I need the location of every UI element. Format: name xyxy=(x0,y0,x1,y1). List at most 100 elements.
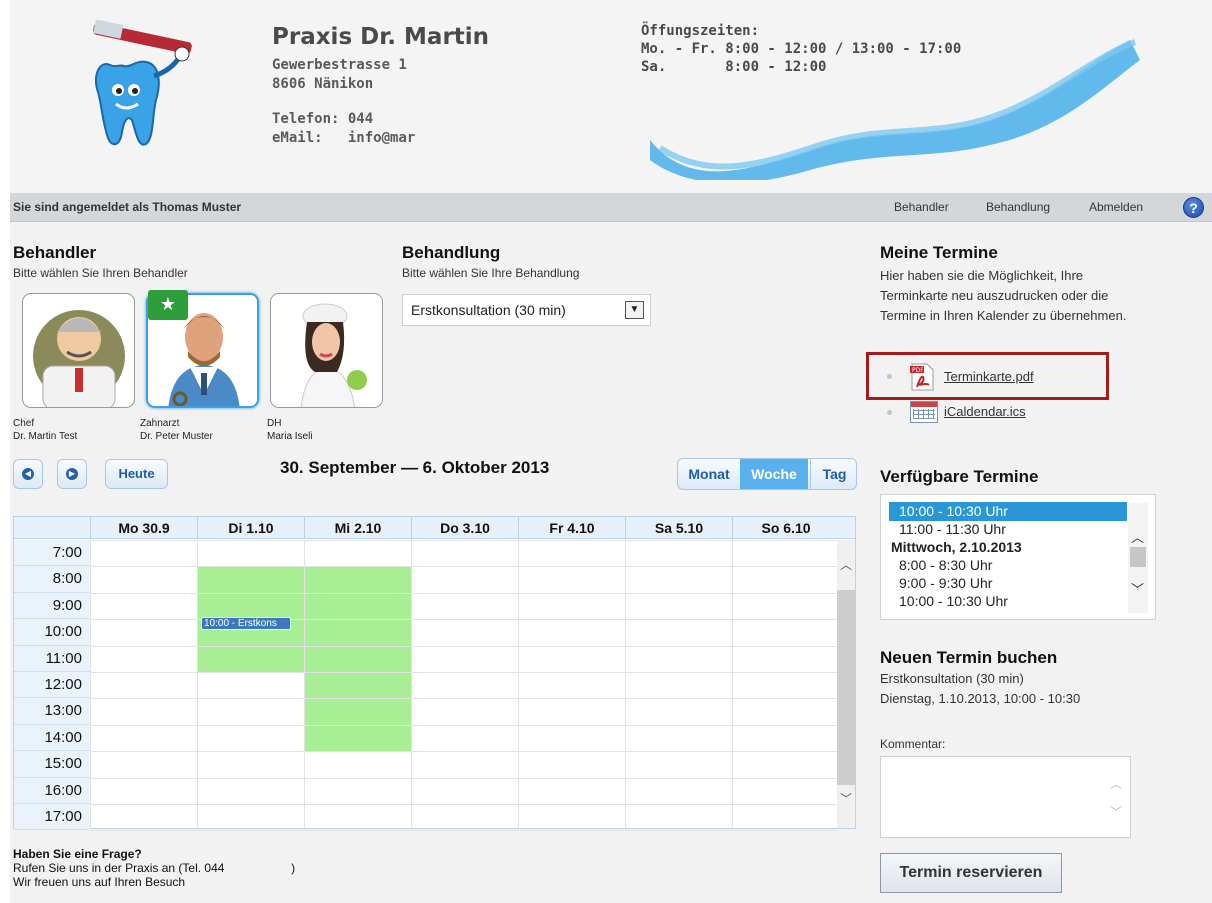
chevron-up-icon[interactable]: ︿ xyxy=(1131,527,1144,546)
comment-textarea[interactable]: ︿ ﹀ xyxy=(880,756,1131,838)
chevron-down-icon[interactable]: ﹀ xyxy=(1131,579,1144,598)
view-month-button[interactable]: Monat xyxy=(678,459,740,489)
slots-scroll-thumb[interactable] xyxy=(1130,547,1146,567)
doctor-card-chef[interactable] xyxy=(22,293,135,408)
icalendar-ics-link[interactable]: iCaldendar.ics xyxy=(944,404,1026,419)
verfuegbare-title: Verfügbare Termine xyxy=(880,467,1039,486)
verfuegbare-termine-section: Verfügbare Termine xyxy=(880,467,1038,487)
doctor-caption-chef: Chef Dr. Martin Test xyxy=(13,417,77,443)
opening-hours: Öffungszeiten: Mo. - Fr. 8:00 - 12:00 / 1… xyxy=(641,22,961,76)
help-icon[interactable]: ? xyxy=(1183,197,1204,218)
slots-scrollbar[interactable]: ︿ ﹀ xyxy=(1128,503,1148,613)
prev-week-button[interactable]: ◀ xyxy=(13,459,43,489)
nav-abmelden[interactable]: Abmelden xyxy=(1089,200,1143,214)
neuer-termin-section: Neuen Termin buchen Erstkonsultation (30… xyxy=(880,648,1150,751)
neuer-termin-title: Neuen Termin buchen xyxy=(880,648,1058,667)
reserve-button[interactable]: Termin reservieren xyxy=(880,853,1062,893)
clinic-address: Praxis Dr. Martin Gewerbestrasse 1 8606 … xyxy=(272,24,489,148)
doctor-list: ★ Chef Dr. Martin Test Zahnarzt Dr. Pete… xyxy=(13,290,402,448)
chevron-up-icon[interactable]: ︿ xyxy=(839,556,853,572)
hours-saturday: Sa. 8:00 - 12:00 xyxy=(641,59,827,75)
calendar-date-range: 30. September — 6. Oktober 2013 xyxy=(280,458,550,477)
nav-behandlung[interactable]: Behandlung xyxy=(986,200,1050,214)
page: Praxis Dr. Martin Gewerbestrasse 1 8606 … xyxy=(10,0,1212,903)
grid-line xyxy=(90,592,837,594)
footer-call: Rufen Sie uns in der Praxis an (Tel. 044… xyxy=(13,861,296,875)
grid-line xyxy=(90,724,837,726)
today-button[interactable]: Heute xyxy=(105,459,168,489)
clinic-city: 8606 Nänikon xyxy=(272,76,374,92)
calendar-scrollbar[interactable]: ︿ ﹀ xyxy=(837,540,855,828)
doctor-caption-zahnarzt: Zahnarzt Dr. Peter Muster xyxy=(140,417,213,443)
behandler-section: Behandler Bitte wählen Sie Ihren Behandl… xyxy=(13,243,188,280)
next-week-button[interactable]: ▶ xyxy=(57,459,87,489)
week-calendar: Mo 30.9 Di 1.10 Mi 2.10 Do 3.10 Fr 4.10 Sa 5.… xyxy=(13,516,856,832)
grid-line xyxy=(90,698,837,700)
behandlung-section: Behandlung Bitte wählen Sie Ihre Behandl… xyxy=(402,243,579,280)
chevron-down-icon[interactable]: ▼ xyxy=(625,301,644,319)
available-time-block[interactable] xyxy=(304,566,411,752)
grid-line xyxy=(90,777,837,779)
slot-item[interactable]: 9:00 - 9:30 Uhr xyxy=(889,574,1127,593)
grid-line xyxy=(90,645,837,647)
slot-item[interactable]: 11:00 - 11:30 Uhr xyxy=(889,520,1127,539)
day-header: Sa 5.10 xyxy=(625,517,732,539)
calendar-icon[interactable] xyxy=(910,401,938,423)
behandler-subtitle: Bitte wählen Sie Ihren Behandler xyxy=(13,266,188,280)
doctor-name: Dr. Martin Test xyxy=(13,431,78,442)
time-label: 13:00 xyxy=(14,698,90,725)
doctor-caption-dh: DH Maria Iseli xyxy=(267,417,313,443)
doctor-name: Maria Iseli xyxy=(267,431,313,442)
highlight-box xyxy=(866,352,1109,400)
calendar-scroll-thumb[interactable] xyxy=(837,590,855,785)
slot-item[interactable]: 8:00 - 8:30 Uhr xyxy=(889,556,1127,575)
slot-item[interactable]: 10:00 - 10:30 Uhr xyxy=(889,592,1127,611)
neuer-termin-treatment: Erstkonsultation (30 min) xyxy=(880,671,1024,686)
doctor-role: DH xyxy=(267,418,282,429)
chevron-down-icon[interactable]: ﹀ xyxy=(1110,803,1122,820)
treatment-select[interactable]: Erstkonsultation (30 min) ▼ xyxy=(402,294,651,326)
footer-question: Haben Sie eine Frage? xyxy=(13,847,142,861)
day-header: Do 3.10 xyxy=(411,517,518,539)
nav-behandler[interactable]: Behandler xyxy=(894,200,949,214)
day-header: Fr 4.10 xyxy=(518,517,625,539)
behandler-title: Behandler xyxy=(13,243,97,262)
calendar-event[interactable]: 10:00 - Erstkons xyxy=(201,617,291,630)
meine-termine-section: Meine Termine Hier haben sie die Möglich… xyxy=(880,243,1150,326)
view-day-button[interactable]: Tag xyxy=(810,459,856,489)
grid-line xyxy=(90,751,837,753)
behandlung-subtitle: Bitte wählen Sie Ihre Behandlung xyxy=(402,266,580,280)
day-header: Mo 30.9 xyxy=(90,517,197,539)
view-week-button[interactable]: Woche xyxy=(740,459,808,489)
day-header: Mi 2.10 xyxy=(304,517,411,539)
logged-in-user: Sie sind angemeldet als Thomas Muster xyxy=(13,200,242,214)
comment-label: Kommentar: xyxy=(880,737,946,751)
slot-item[interactable]: 10:00 - 10:30 Uhr xyxy=(889,502,1127,521)
calendar-day-headers: Mo 30.9 Di 1.10 Mi 2.10 Do 3.10 Fr 4.10 Sa 5.… xyxy=(14,517,855,539)
grid-line xyxy=(90,672,837,673)
day-header: Di 1.10 xyxy=(197,517,304,539)
slot-day-heading: Mittwoch, 2.10.2013 xyxy=(891,539,1022,555)
time-label: 16:00 xyxy=(14,777,90,804)
clinic-street: Gewerbestrasse 1 xyxy=(272,57,407,73)
chevron-up-icon[interactable]: ︿ xyxy=(1110,775,1122,792)
grid-line xyxy=(732,540,733,828)
grid-line xyxy=(90,540,91,828)
doctor-card-dh[interactable] xyxy=(270,293,383,408)
time-label: 14:00 xyxy=(14,724,90,752)
grid-line xyxy=(90,540,837,541)
time-label: 12:00 xyxy=(14,672,90,699)
doctor-name: Dr. Peter Muster xyxy=(140,431,213,442)
grid-line xyxy=(518,540,519,828)
footer-thanks: Wir freuen uns auf Ihren Besuch xyxy=(13,875,186,889)
time-label: 11:00 xyxy=(14,645,90,672)
available-slots-list[interactable]: 10:00 - 10:30 Uhr 9:00 - 9:30 Uhr 8:00 - 8… xyxy=(880,494,1156,620)
grid-line xyxy=(90,830,837,832)
doctor-role: Zahnarzt xyxy=(140,418,180,429)
grid-line xyxy=(625,540,626,828)
view-switcher: Monat Woche Tag xyxy=(677,458,857,490)
grid-line xyxy=(90,804,837,805)
hours-weekday: Mo. - Fr. 8:00 - 12:00 / 13:00 - 17:00 xyxy=(641,41,962,57)
grid-line xyxy=(197,540,198,828)
chevron-down-icon[interactable]: ﹀ xyxy=(839,790,853,806)
